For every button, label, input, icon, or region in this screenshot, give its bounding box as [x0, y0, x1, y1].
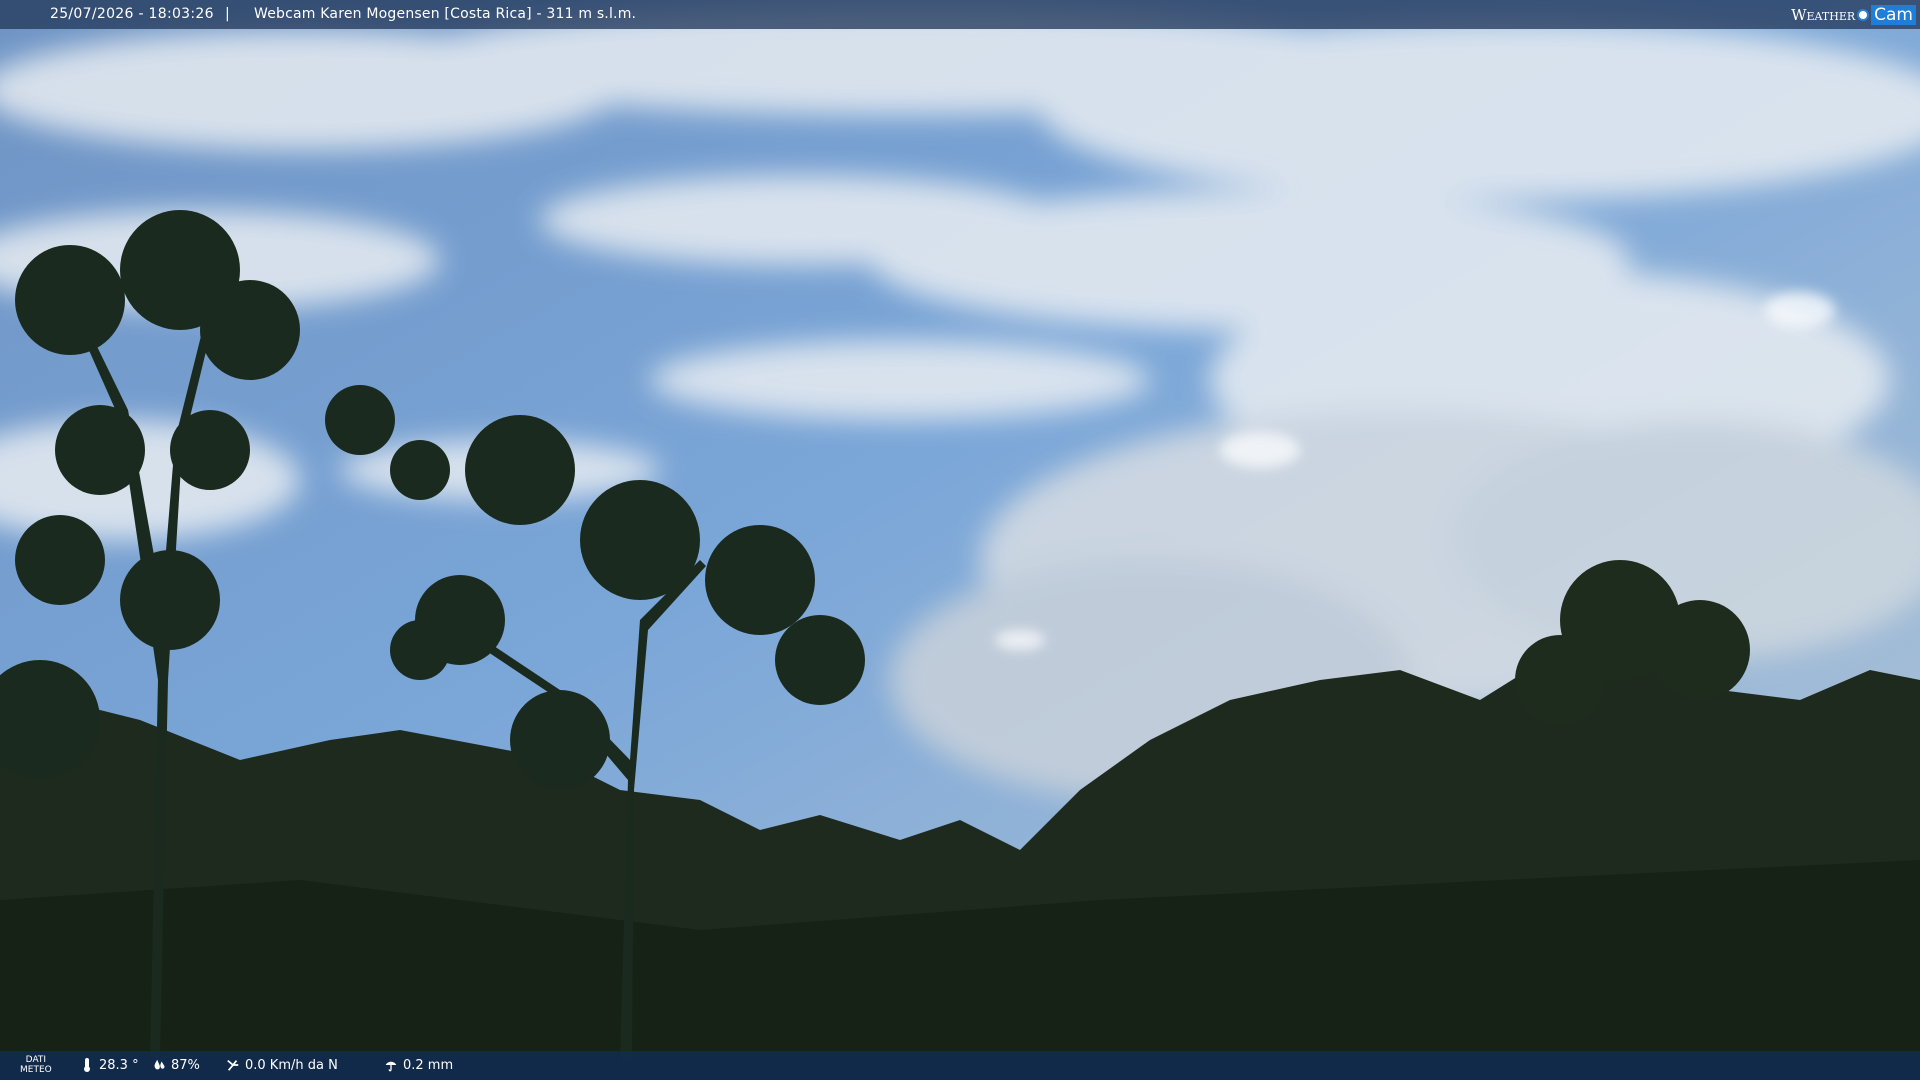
thermometer-icon — [84, 1058, 90, 1072]
webcam-scene — [0, 0, 1920, 1080]
meteo-label-line1: DATI — [25, 1055, 47, 1065]
top-bar: 25/07/2026 - 18:03:26 | Webcam Karen Mog… — [0, 0, 1920, 29]
temperature-value: 28.3 ° — [99, 1057, 139, 1073]
humidity-icon — [154, 1059, 165, 1070]
humidity-value: 87% — [171, 1057, 200, 1073]
webcam-title: Webcam Karen Mogensen [Costa Rica] - 311… — [254, 6, 637, 22]
rain-reading: 0.2 mm — [384, 1057, 453, 1073]
timestamp: 25/07/2026 - 18:03:26 — [50, 6, 214, 22]
separator: | — [225, 6, 230, 22]
meteo-label-line2: METEO — [20, 1065, 52, 1075]
logo-text-weather: Weather — [1791, 5, 1856, 24]
wind-icon — [227, 1059, 239, 1071]
temperature-reading: 28.3 ° — [80, 1057, 139, 1073]
logo-text-cam: Cam — [1871, 4, 1916, 25]
rain-icon — [385, 1061, 397, 1072]
weathercam-logo: Weather Cam — [1791, 3, 1916, 26]
wind-value: 0.0 Km/h da N — [245, 1057, 338, 1073]
wind-reading: 0.0 Km/h da N — [226, 1057, 338, 1073]
bottom-bar: DATI METEO 28.3 ° 87% 0.0 Km/h da N 0.2 … — [0, 1051, 1920, 1080]
meteo-label: DATI METEO — [20, 1055, 52, 1075]
logo-dot-icon — [1857, 8, 1870, 21]
humidity-reading: 87% — [152, 1057, 200, 1073]
rain-value: 0.2 mm — [403, 1057, 454, 1073]
